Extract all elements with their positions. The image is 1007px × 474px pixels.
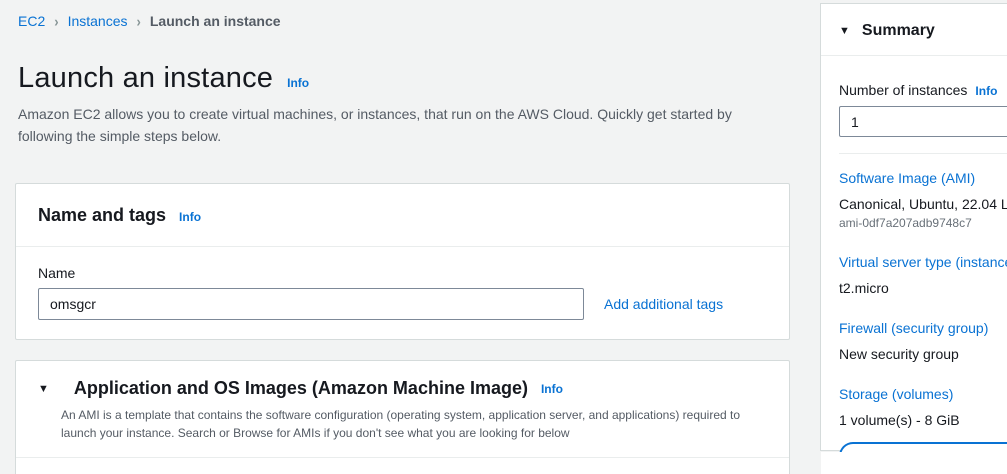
ami-section-title: Application and OS Images (Amazon Machin… [74,378,528,399]
number-of-instances-label: Number of instances [839,82,967,98]
add-additional-tags-link[interactable]: Add additional tags [604,296,723,312]
summary-title: Summary [862,22,935,40]
panel-footer-area [821,452,1007,474]
firewall-link[interactable]: Firewall (security group) [839,319,1007,337]
page-description-line: Amazon EC2 allows you to create virtual … [18,103,732,125]
summary-section-instance-type: Virtual server type (instance type) t2.m… [839,253,1007,297]
software-image-link[interactable]: Software Image (AMI) [839,169,1007,187]
ami-id-value: ami-0df7a207adb9748c7 [839,216,1007,231]
summary-content: Number of instances Info Software Image … [821,56,1007,429]
breadcrumb-link-ec2[interactable]: EC2 [18,13,45,29]
summary-section-ami: Software Image (AMI) Canonical, Ubuntu, … [839,169,1007,231]
ami-info-link[interactable]: Info [541,382,563,396]
summary-panel: ▼ Summary Number of instances Info Softw… [820,3,1007,451]
number-of-instances-info-link[interactable]: Info [975,84,997,98]
instance-type-value: t2.micro [839,279,1007,297]
breadcrumb: EC2 › Instances › Launch an instance [18,13,281,29]
software-image-value: Canonical, Ubuntu, 22.04 LTS [839,195,1007,213]
name-and-tags-header: Name and tags Info [16,184,789,247]
ami-description-line: An AMI is a template that contains the s… [61,406,767,424]
name-and-tags-title: Name and tags [38,205,166,226]
ami-section-description: An AMI is a template that contains the s… [61,406,767,442]
instance-name-input[interactable] [38,288,584,320]
name-field-label: Name [38,265,767,281]
ami-card: ▼ Application and OS Images (Amazon Mach… [15,360,790,474]
summary-divider [839,153,1007,154]
launch-instance-page: EC2 › Instances › Launch an instance Lau… [0,0,1007,474]
ami-description-line: launch your instance. Search or Browse f… [61,424,767,442]
name-and-tags-info-link[interactable]: Info [179,210,201,224]
summary-section-firewall: Firewall (security group) New security g… [839,319,1007,363]
breadcrumb-link-instances[interactable]: Instances [68,13,128,29]
chevron-right-icon: › [54,12,58,29]
number-of-instances-input[interactable] [839,106,1007,137]
ami-section-header[interactable]: ▼ Application and OS Images (Amazon Mach… [16,361,789,458]
chevron-down-icon[interactable]: ▼ [38,383,49,395]
breadcrumb-current: Launch an instance [150,13,281,29]
chevron-down-icon[interactable]: ▼ [839,25,850,37]
page-info-link[interactable]: Info [287,76,309,90]
page-description-line: following the simple steps below. [18,125,732,147]
virtual-server-type-link[interactable]: Virtual server type (instance type) [839,253,1007,271]
storage-value: 1 volume(s) - 8 GiB [839,411,1007,429]
storage-volumes-link[interactable]: Storage (volumes) [839,385,1007,403]
summary-section-storage: Storage (volumes) 1 volume(s) - 8 GiB [839,385,1007,429]
chevron-right-icon: › [137,12,141,29]
name-and-tags-card: Name and tags Info Name Add additional t… [15,183,790,340]
page-title: Launch an instance [18,62,273,95]
page-description: Amazon EC2 allows you to create virtual … [18,103,732,147]
security-group-value: New security group [839,345,1007,363]
name-and-tags-body: Name Add additional tags [16,247,789,337]
summary-header[interactable]: ▼ Summary [821,4,1007,56]
page-title-row: Launch an instance Info [18,62,309,95]
